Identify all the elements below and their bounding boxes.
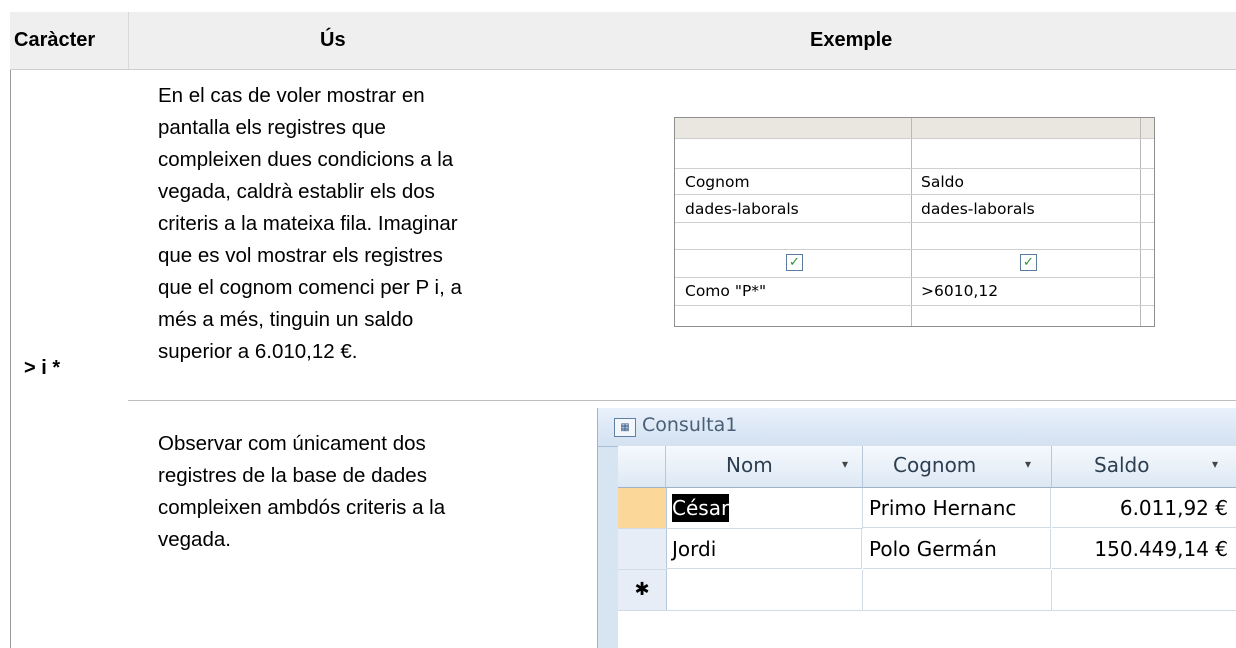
paragraph-line: vegada. [158,528,231,551]
criteria-row-line [675,138,1154,139]
chevron-down-icon[interactable]: ▾ [1025,457,1031,471]
paragraph-line: compleixen ambdós criteris a la [158,496,446,519]
criteria-field-1[interactable]: Cognom [685,170,750,194]
paragraph-line: que el cognom comenci per P i, a [158,276,462,299]
column-label: Nom [726,453,773,477]
row-separator [128,400,1236,401]
criteria-value-2[interactable]: >6010,12 [921,279,998,303]
paragraph-line: que es vol mostrar els registres [158,244,443,267]
paragraph-line: superior a 6.010,12 €. [158,340,358,363]
table-left-border [10,70,11,648]
row-selector[interactable] [618,529,667,570]
column-label: Saldo [1094,453,1150,477]
header-caracter: Caràcter [14,29,96,51]
usage-paragraph-1: En el cas de voler mostrar en pantalla e… [158,80,588,368]
paragraph-line: més a més, tinguin un saldo [158,308,414,331]
column-header-saldo[interactable]: Saldo ▾ [1052,446,1236,488]
criteria-table-1[interactable]: dades-laborals [685,197,799,221]
criteria-value-1[interactable]: Como "P*" [685,279,766,303]
table-header-row [10,12,1236,70]
cell-nom[interactable]: Jordi [666,529,862,569]
header-exemple: Exemple [810,29,893,51]
criteria-row-line [675,305,1154,306]
criteria-table-2[interactable]: dades-laborals [921,197,1035,221]
datasheet-grid: Nom ▾ Cognom ▾ Saldo ▾ César Primo Herna… [618,446,1236,648]
column-label: Cognom [893,453,977,477]
cell-new[interactable] [863,570,1052,611]
paragraph-line: compleixen dues condicions a la [158,148,454,171]
column-header-cognom[interactable]: Cognom ▾ [863,446,1052,488]
criteria-row-line [675,168,1154,169]
criteria-row-line [675,249,1154,250]
cell-cognom[interactable]: Primo Hernanc [863,488,1051,528]
criteria-grid: Cognom Saldo dades-laborals dades-labora… [674,117,1155,327]
cell-saldo[interactable]: 150.449,14 € [1052,529,1236,569]
select-all-corner[interactable] [618,446,666,488]
chevron-down-icon[interactable]: ▾ [842,457,848,471]
query-titlebar: ▦ Consulta1 [598,408,1236,447]
criteria-grid-topband [675,118,1154,138]
new-record-marker[interactable]: ✱ [618,570,667,611]
header-divider [128,12,129,69]
column-header-nom[interactable]: Nom ▾ [666,446,863,488]
show-checkbox-2[interactable]: ✓ [1020,254,1037,271]
query-icon: ▦ [614,418,636,437]
cell-new[interactable] [666,570,863,611]
query-result-window: ▦ Consulta1 Nom ▾ Cognom ▾ Saldo ▾ César… [597,408,1236,648]
paragraph-line: En el cas de voler mostrar en [158,84,425,107]
chevron-down-icon[interactable]: ▾ [1212,457,1218,471]
caracter-cell: > i * [24,357,61,379]
criteria-row-line [675,194,1154,195]
query-title: Consulta1 [642,414,738,436]
usage-paragraph-2: Observar com únicament dos registres de … [158,428,588,556]
paragraph-line: vegada, caldrà establir els dos [158,180,435,203]
paragraph-line: pantalla els registres que [158,116,386,139]
criteria-row-line [675,277,1154,278]
cell-nom[interactable]: César [666,488,863,529]
paragraph-line: registres de la base de dades [158,464,427,487]
paragraph-line: criteris a la mateixa fila. Imaginar [158,212,458,235]
criteria-field-2[interactable]: Saldo [921,170,964,194]
cell-new[interactable] [1052,570,1236,611]
cell-saldo[interactable]: 6.011,92 € [1052,488,1236,528]
header-us: Ús [320,29,346,51]
criteria-row-line [675,222,1154,223]
selected-cell-text[interactable]: César [672,494,730,522]
paragraph-line: Observar com únicament dos [158,432,426,455]
row-selector[interactable] [618,488,667,529]
cell-cognom[interactable]: Polo Germán [863,529,1051,569]
show-checkbox-1[interactable]: ✓ [786,254,803,271]
